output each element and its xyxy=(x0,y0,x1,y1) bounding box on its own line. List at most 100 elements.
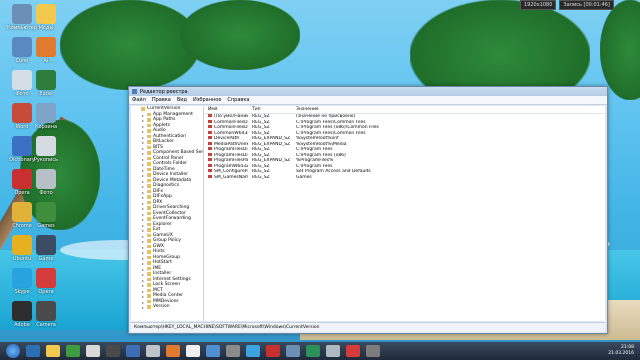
menu-item[interactable]: Правка xyxy=(152,97,171,103)
app-icon xyxy=(36,169,56,189)
folder-icon xyxy=(147,277,151,281)
desktop-icon-label: Рукопись xyxy=(33,157,59,163)
taskbar-app-button[interactable] xyxy=(66,345,80,357)
tree-item-label: App Paths xyxy=(153,117,176,122)
tree-item-label: App Management xyxy=(153,111,193,117)
tree-item-label: EventCollector xyxy=(153,210,186,216)
value-name: ProgramFilesPath xyxy=(214,158,248,163)
tree-item-label: Control Panel xyxy=(153,155,183,161)
tree-item-label: Device Metadata xyxy=(153,177,192,183)
value-rows: (По умолчанию)REG_SZ(значение не присвое… xyxy=(204,114,605,180)
taskbar-app-button[interactable] xyxy=(246,345,260,357)
folder-icon xyxy=(147,162,151,166)
taskbar-app-button[interactable] xyxy=(346,345,360,357)
app-icon xyxy=(36,103,56,123)
tree-item-label: DPX xyxy=(153,199,163,205)
taskbar-app-button[interactable] xyxy=(306,345,320,357)
taskbar-app-button[interactable] xyxy=(26,345,40,357)
registry-editor-window[interactable]: Редактор реестра Файл Правка Вид Избранное С… xyxy=(128,86,608,334)
tree-item-label: Media Center xyxy=(153,293,184,298)
value-name: DevicePath xyxy=(214,136,240,141)
start-button[interactable] xyxy=(6,344,20,358)
registry-tree[interactable]: ▾ CurrentVersion ▸App Management▸App Pat… xyxy=(131,106,204,321)
column-name[interactable]: Имя xyxy=(204,106,248,113)
system-clock[interactable]: 21:08 21.03.2016 xyxy=(608,345,634,357)
value-row[interactable]: SM_GamesName REG_SZ Games xyxy=(204,174,605,181)
tree-item-label: Component Based Serv xyxy=(153,150,204,155)
tree-item-label: MCT xyxy=(153,287,163,293)
tree-item-label: CurrentVersion xyxy=(147,106,181,111)
app-icon xyxy=(36,202,56,222)
desktop-icon[interactable]: Корзина xyxy=(26,103,66,130)
tree-item-label: Device Installer xyxy=(153,172,188,177)
taskbar-app-button[interactable] xyxy=(366,345,380,357)
menu-item[interactable]: Избранное xyxy=(193,97,221,103)
tree-item-label: DateTime xyxy=(153,166,175,172)
menu-item[interactable]: Справка xyxy=(227,97,249,103)
desktop-icon[interactable]: Opera xyxy=(26,268,66,295)
taskbar-app-button[interactable] xyxy=(86,345,100,357)
value-name: SM_ConfigureP... xyxy=(214,169,248,174)
desktop-icon[interactable]: Excel xyxy=(26,70,66,97)
taskbar-app-button[interactable] xyxy=(106,345,120,357)
folder-icon xyxy=(147,145,151,149)
window-titlebar[interactable]: Редактор реестра xyxy=(129,87,607,96)
column-value[interactable]: Значение xyxy=(292,106,605,113)
taskbar-app-button[interactable] xyxy=(326,345,340,357)
value-type: REG_SZ xyxy=(252,174,270,180)
string-value-icon xyxy=(208,147,212,150)
string-value-icon xyxy=(208,158,212,161)
resolution-indicator[interactable]: 1920x1080 xyxy=(520,0,557,10)
desktop-icon[interactable]: AI xyxy=(26,37,66,64)
tree-item-label: Applets xyxy=(153,122,170,128)
folder-icon xyxy=(147,156,151,160)
desktop-icon-label: Корзина xyxy=(34,124,58,130)
desktop-icon[interactable]: Рукопись xyxy=(26,136,66,163)
folder-icon xyxy=(147,250,151,254)
recording-indicator[interactable]: Запись [00:01:46] xyxy=(559,0,614,10)
desktop-icon[interactable]: Фото xyxy=(26,169,66,196)
taskbar-app-button[interactable] xyxy=(46,345,60,357)
folder-icon xyxy=(147,123,151,127)
folder-icon xyxy=(147,118,151,122)
string-value-icon xyxy=(208,141,212,145)
taskbar-app-button[interactable] xyxy=(286,345,300,357)
value-name-cell: SM_GamesName xyxy=(204,174,248,181)
desktop-icon[interactable]: Camera xyxy=(26,301,66,328)
expand-icon[interactable]: ▸ xyxy=(142,305,144,311)
tree-item[interactable]: ▸ Version xyxy=(131,304,203,310)
menu-item[interactable]: Файл xyxy=(132,97,146,103)
app-icon xyxy=(36,70,56,90)
string-value-icon xyxy=(208,169,212,172)
app-icon xyxy=(36,268,56,288)
app-icon xyxy=(36,136,56,156)
taskbar-app-button[interactable] xyxy=(266,345,280,357)
taskbar-buttons xyxy=(20,345,380,357)
taskbar-app-button[interactable] xyxy=(186,345,200,357)
string-value-icon xyxy=(208,174,212,178)
desktop-icon-label: Excel xyxy=(39,91,53,97)
value-name: CommonW6432Di... xyxy=(214,130,248,136)
taskbar-app-button[interactable] xyxy=(206,345,220,357)
column-type[interactable]: Тип xyxy=(248,106,292,113)
content-panes: ▾ CurrentVersion ▸App Management▸App Pat… xyxy=(131,106,605,321)
folder-icon xyxy=(147,299,151,303)
string-value-icon xyxy=(208,114,212,117)
desktop-icon[interactable]: Моды xyxy=(26,4,66,31)
taskbar-app-button[interactable] xyxy=(166,345,180,357)
folder-icon xyxy=(147,167,151,171)
regedit-icon xyxy=(132,89,137,94)
tree-item-label: Group Policy xyxy=(153,238,182,243)
taskbar-app-button[interactable] xyxy=(126,345,140,357)
folder-icon xyxy=(147,228,151,232)
values-list[interactable]: Имя Тип Значение (По умолчанию)REG_SZ(зн… xyxy=(204,106,605,321)
desktop-icon-label: AI xyxy=(43,58,49,64)
taskbar-app-button[interactable] xyxy=(226,345,240,357)
palm-leaves xyxy=(600,0,640,100)
desktop-icon[interactable]: Game xyxy=(26,235,66,262)
folder-icon xyxy=(147,294,151,298)
taskbar-app-button[interactable] xyxy=(146,345,160,357)
desktop-icon[interactable]: Games xyxy=(26,202,66,229)
menu-item[interactable]: Вид xyxy=(177,97,187,103)
string-value-icon xyxy=(208,152,212,156)
